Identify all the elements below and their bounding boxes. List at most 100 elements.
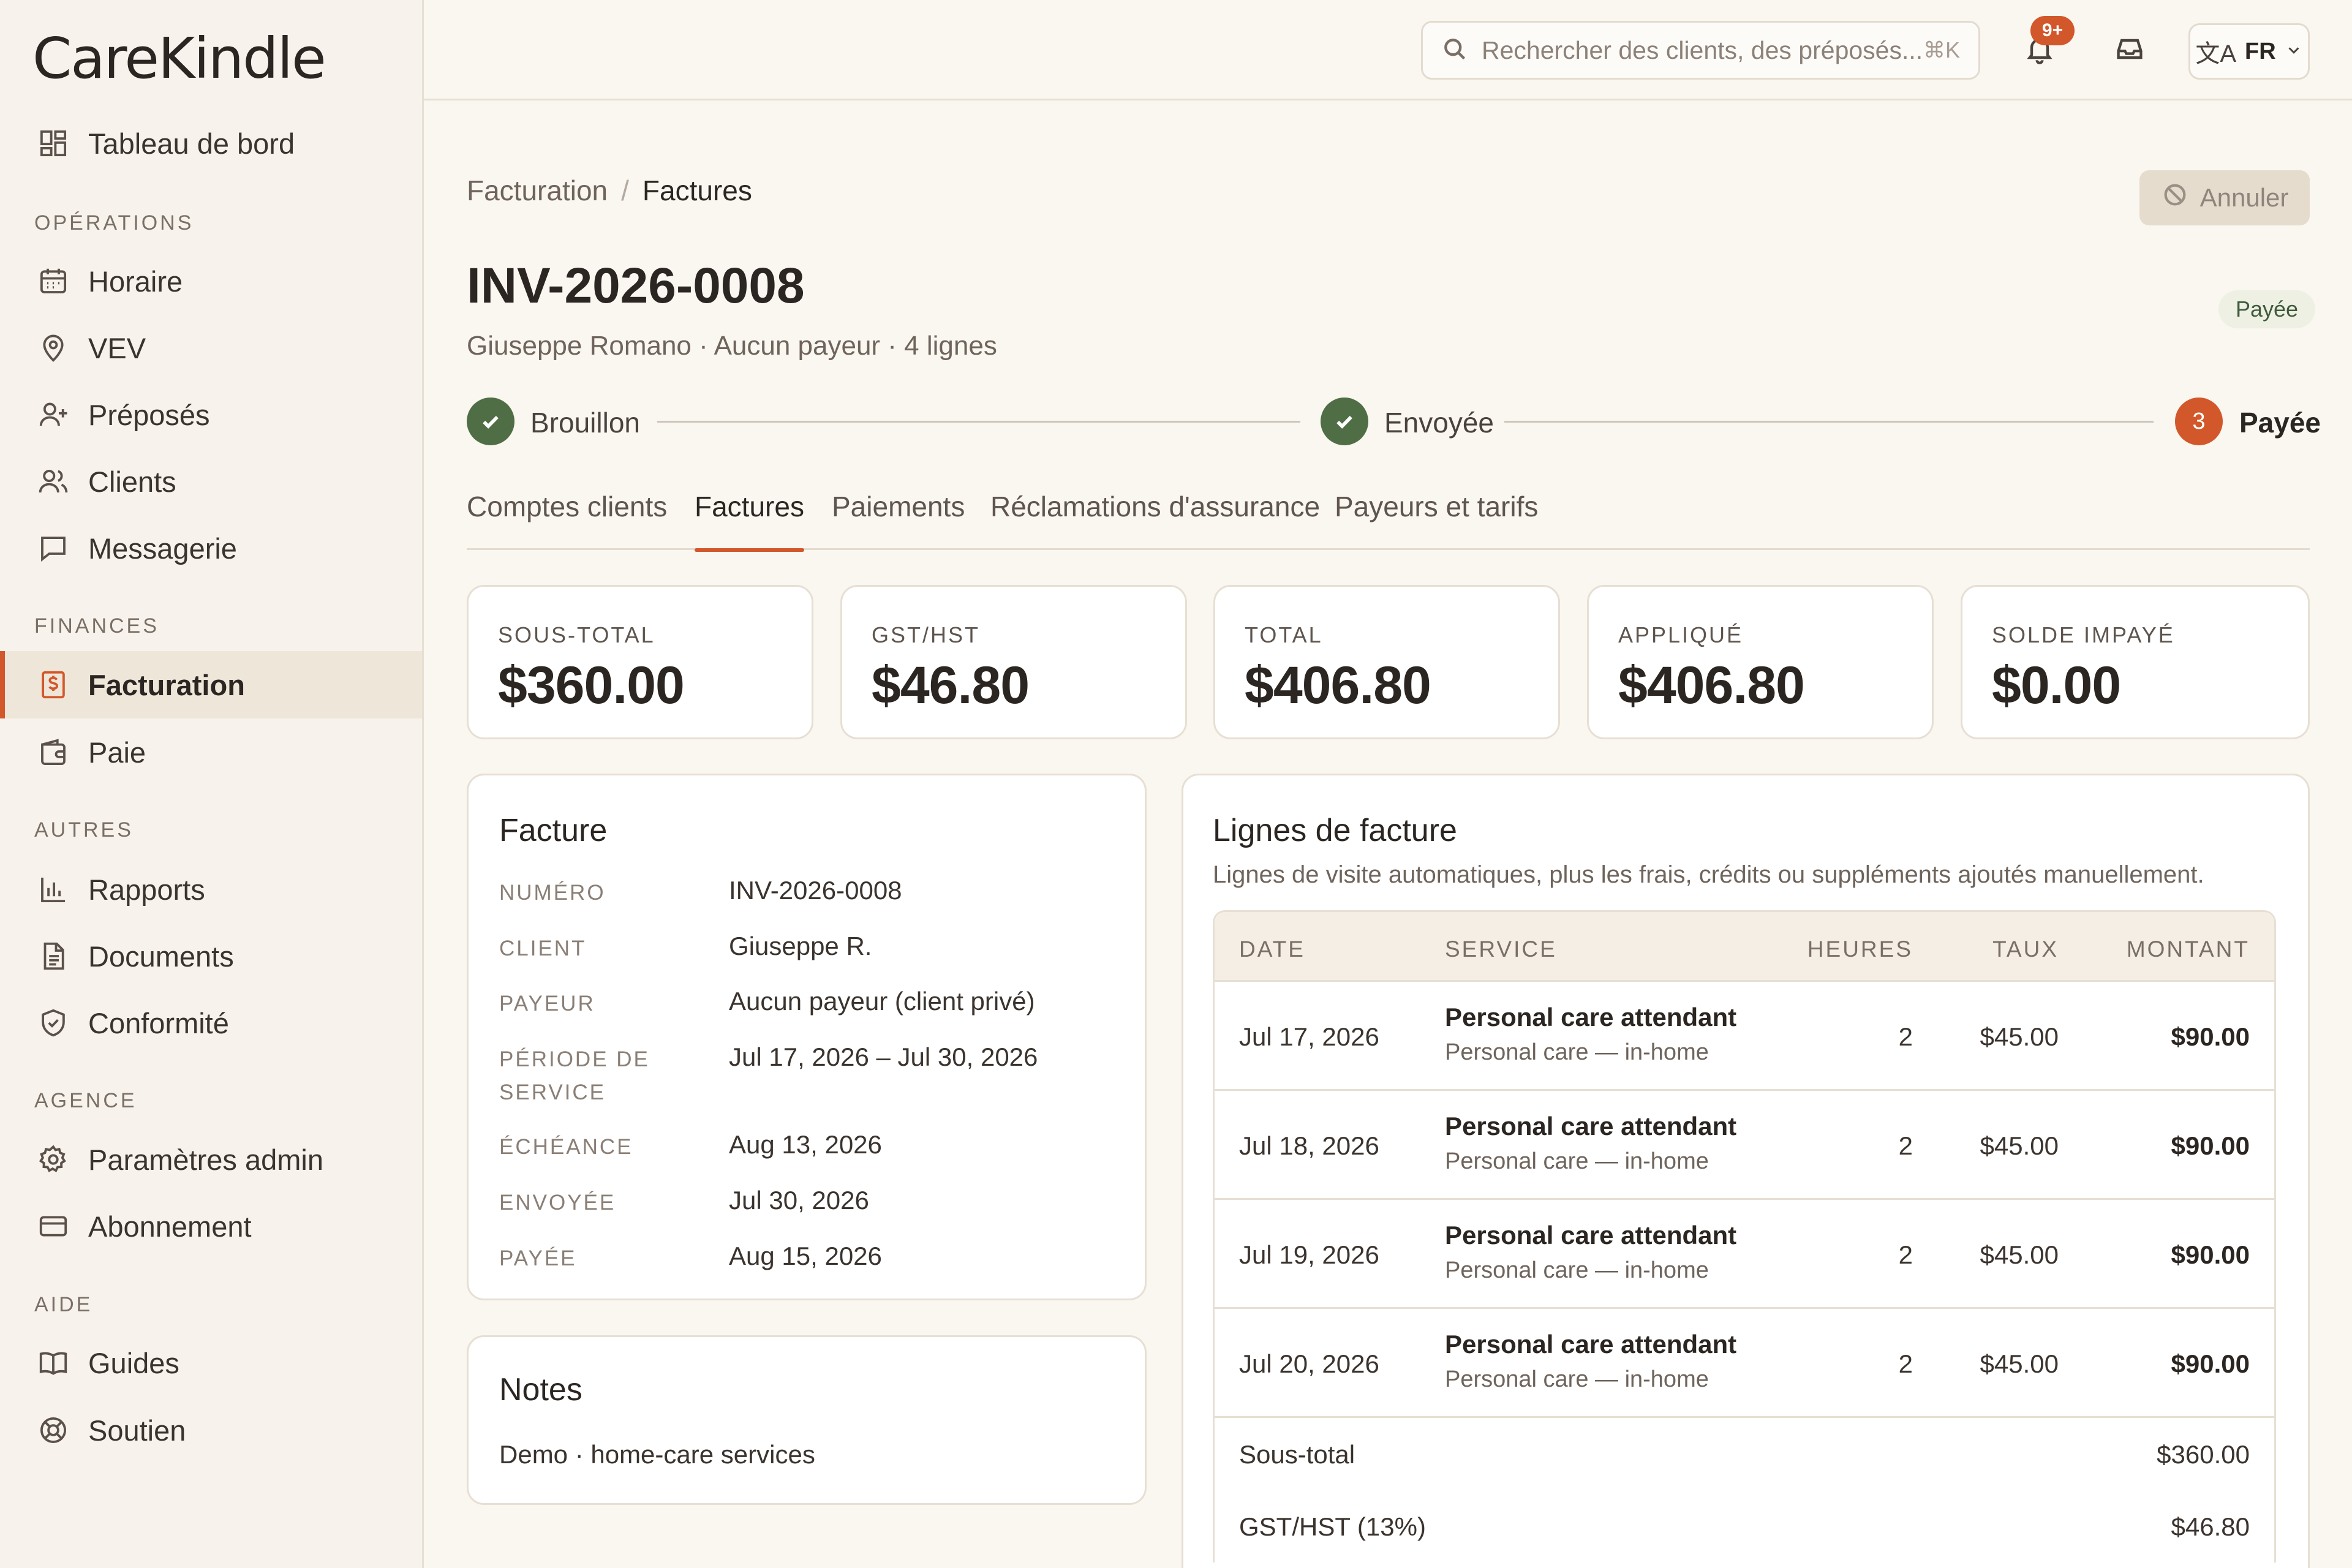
life-buoy-icon (37, 1414, 70, 1447)
sidebar-item-conformite[interactable]: Conformité (0, 989, 422, 1057)
shield-check-icon (37, 1006, 70, 1039)
cell-service-detail: Personal care — in-home (1445, 1366, 1709, 1392)
summary-label: SOLDE IMPAYÉ (1992, 622, 2175, 647)
sidebar-item-dashboard[interactable]: Tableau de bord (0, 110, 422, 177)
summary-value: $406.80 (1245, 656, 1431, 715)
sidebar-item-facturation[interactable]: Facturation (0, 651, 422, 718)
tab-comptes-clients[interactable]: Comptes clients (467, 490, 667, 550)
cell-service: Personal care attendant (1445, 1221, 1737, 1250)
table-row[interactable]: Jul 17, 2026 Personal care attendant Per… (1215, 982, 2274, 1091)
cell-service: Personal care attendant (1445, 1003, 1737, 1031)
nav-section-aide: AIDE (34, 1293, 93, 1316)
sidebar-item-label: Abonnement (88, 1210, 252, 1243)
summary-card-total: TOTAL $406.80 (1213, 585, 1560, 739)
sidebar-item-label: VEV (88, 331, 146, 364)
card-title: Lignes de facture (1213, 813, 1457, 848)
nav-section-finances: FINANCES (34, 614, 159, 638)
step-connector (657, 421, 1300, 423)
tab-paiements[interactable]: Paiements (832, 490, 965, 550)
app-logo[interactable]: CareKindle (32, 26, 326, 91)
search-box[interactable]: ⌘K (1421, 21, 1980, 80)
sidebar-item-label: Soutien (88, 1414, 186, 1447)
sidebar-item-preposes[interactable]: Préposés (0, 381, 422, 448)
card-subtitle: Lignes de visite automatiques, plus les … (1213, 861, 2204, 888)
sidebar-item-messagerie[interactable]: Messagerie (0, 514, 422, 582)
tab-factures[interactable]: Factures (695, 490, 804, 552)
invoice-subtitle: Giuseppe Romano · Aucun payeur · 4 ligne… (467, 331, 997, 361)
table-row[interactable]: Jul 20, 2026 Personal care attendant Per… (1215, 1309, 2274, 1418)
table-row[interactable]: Jul 18, 2026 Personal care attendant Per… (1215, 1091, 2274, 1200)
step-sent-indicator (1321, 398, 1368, 445)
field-label: PAYEUR (499, 992, 595, 1016)
field-value-paid: Aug 15, 2026 (729, 1242, 882, 1270)
invoice-lines-card: Lignes de facture Lignes de visite autom… (1182, 774, 2310, 1568)
summary-label: APPLIQUÉ (1618, 622, 1744, 647)
cell-hours: 2 (1898, 1240, 1913, 1269)
field-label: ÉCHÉANCE (499, 1135, 633, 1159)
sidebar-item-rapports[interactable]: Rapports (0, 856, 422, 923)
map-pin-icon (37, 331, 70, 364)
sidebar-item-label: Messagerie (88, 532, 237, 565)
cell-hours: 2 (1898, 1131, 1913, 1160)
column-header-amount[interactable]: MONTANT (2127, 937, 2250, 962)
cancel-invoice-button[interactable]: Annuler (2139, 170, 2310, 225)
language-selector[interactable]: 文A FR (2188, 23, 2310, 80)
sidebar: CareKindle Tableau de bord OPÉRATIONS Ho… (0, 0, 424, 1568)
cell-service-detail: Personal care — in-home (1445, 1257, 1709, 1283)
field-label: SERVICE (499, 1080, 606, 1104)
summary-card-subtotal: SOUS-TOTAL $360.00 (467, 585, 813, 739)
field-label: PAYÉE (499, 1246, 577, 1270)
tab-reclamations[interactable]: Réclamations d'assurance (990, 490, 1320, 550)
inbox-button[interactable] (2105, 26, 2154, 75)
summary-value: $360.00 (498, 656, 685, 715)
subtotal-value: $360.00 (2157, 1440, 2250, 1469)
breadcrumb-parent[interactable]: Facturation (467, 175, 608, 206)
card-title: Facture (499, 813, 608, 848)
summary-label: TOTAL (1245, 622, 1323, 647)
nav-section-autres: AUTRES (34, 818, 134, 842)
sidebar-item-clients[interactable]: Clients (0, 448, 422, 515)
column-header-date[interactable]: DATE (1239, 937, 1305, 962)
sidebar-item-label: Tableau de bord (88, 127, 295, 160)
page-title: INV-2026-0008 (467, 258, 805, 314)
cell-amount: $90.00 (2171, 1240, 2250, 1269)
column-header-hours[interactable]: HEURES (1807, 937, 1913, 962)
credit-card-icon (37, 1210, 70, 1243)
gear-icon (37, 1143, 70, 1176)
field-value-client: Giuseppe R. (729, 932, 872, 960)
sidebar-item-vev[interactable]: VEV (0, 314, 422, 382)
cell-rate: $45.00 (1980, 1349, 2059, 1378)
sidebar-item-horaire[interactable]: Horaire (0, 247, 422, 315)
cell-date: Jul 17, 2026 (1239, 1022, 1379, 1051)
step-draft-label: Brouillon (530, 407, 640, 439)
sidebar-item-paie[interactable]: Paie (0, 718, 422, 786)
field-value-payer: Aucun payeur (client privé) (729, 987, 1035, 1016)
translate-icon: 文A (2195, 40, 2237, 67)
calendar-icon (37, 265, 70, 298)
invoice-dollar-icon (37, 668, 70, 701)
table-row[interactable]: Jul 19, 2026 Personal care attendant Per… (1215, 1200, 2274, 1309)
column-header-rate[interactable]: TAUX (1992, 937, 2059, 962)
book-open-icon (37, 1346, 70, 1379)
column-header-service[interactable]: SERVICE (1445, 937, 1557, 962)
search-input[interactable] (1482, 36, 1923, 65)
field-label: PÉRIODE DE (499, 1047, 650, 1071)
summary-value: $46.80 (872, 656, 1030, 715)
summary-value: $0.00 (1992, 656, 2121, 715)
tab-payeurs-tarifs[interactable]: Payeurs et tarifs (1335, 490, 1538, 550)
cancel-label: Annuler (2199, 183, 2289, 212)
status-badge: Payée (2218, 290, 2316, 328)
sidebar-item-parametres[interactable]: Paramètres admin (0, 1126, 422, 1193)
sidebar-item-label: Horaire (88, 265, 183, 298)
sidebar-item-abonnement[interactable]: Abonnement (0, 1193, 422, 1260)
sidebar-item-guides[interactable]: Guides (0, 1329, 422, 1396)
sidebar-item-documents[interactable]: Documents (0, 922, 422, 990)
document-icon (37, 940, 70, 973)
check-icon (1336, 415, 1352, 429)
ban-icon (2161, 181, 2189, 215)
sidebar-item-soutien[interactable]: Soutien (0, 1396, 422, 1464)
card-title: Notes (499, 1372, 582, 1408)
subtotal-label: Sous-total (1239, 1440, 1355, 1469)
cell-service: Personal care attendant (1445, 1330, 1737, 1359)
sidebar-item-label: Paramètres admin (88, 1143, 323, 1176)
